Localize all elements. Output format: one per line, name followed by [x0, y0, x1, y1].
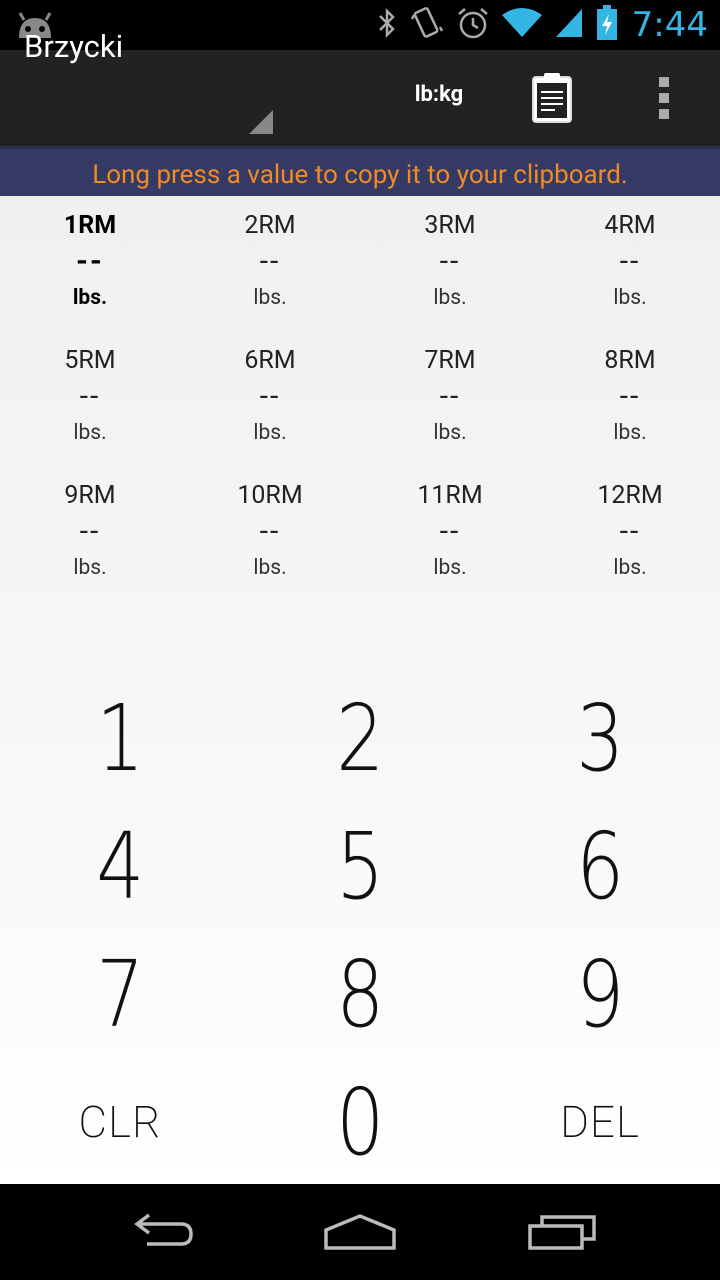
rm-unit: lbs.	[433, 421, 467, 445]
rm-value[interactable]: --	[540, 241, 720, 283]
key-clr-button[interactable]: CLR	[0, 1058, 240, 1186]
rm-value[interactable]: --	[360, 376, 540, 418]
rm-value[interactable]: --	[360, 511, 540, 553]
key-label: 9	[575, 940, 624, 1048]
rm-label: 8RM	[604, 346, 656, 375]
key-label: 2	[335, 684, 384, 792]
signal-icon	[554, 7, 584, 43]
key-label: DEL	[560, 1096, 640, 1148]
bluetooth-icon	[376, 7, 398, 43]
key-8-button[interactable]: 8	[240, 930, 480, 1058]
key-5-button[interactable]: 5	[240, 802, 480, 930]
rm-unit: lbs.	[253, 286, 287, 310]
calculator-content: 1RM -- lbs. 2RM -- lbs. 3RM -- lbs. 4RM -- lbs. 5RM -…	[0, 196, 720, 1184]
rm-cell-9rm[interactable]: 9RM -- lbs.	[0, 481, 180, 583]
key-0-button[interactable]: 0	[240, 1058, 480, 1186]
rm-unit: lbs.	[613, 556, 647, 580]
recent-apps-icon[interactable]	[502, 1204, 622, 1260]
rm-label: 6RM	[244, 346, 296, 375]
formula-spinner[interactable]: Brzycki	[24, 28, 123, 65]
rm-cell-10rm[interactable]: 10RM -- lbs.	[180, 481, 360, 583]
rm-label: 4RM	[604, 211, 656, 240]
battery-charging-icon	[596, 5, 618, 45]
key-label: 8	[335, 940, 384, 1048]
key-label: 5	[335, 812, 384, 920]
rm-cell-6rm[interactable]: 6RM -- lbs.	[180, 346, 360, 448]
clock: 7:44	[631, 5, 708, 45]
key-label: CLR	[78, 1096, 162, 1148]
spinner-arrow-icon[interactable]	[249, 110, 273, 138]
key-label: 4	[95, 812, 144, 920]
wifi-icon	[501, 7, 542, 43]
rm-unit: lbs.	[433, 556, 467, 580]
rm-value[interactable]: --	[0, 376, 180, 418]
vibrate-icon	[410, 5, 444, 45]
rm-label: 11RM	[417, 481, 483, 510]
key-label: 1	[95, 684, 144, 792]
key-7-button[interactable]: 7	[0, 930, 240, 1058]
rm-value[interactable]: --	[360, 241, 540, 283]
unit-toggle-button[interactable]: lb:kg	[398, 82, 480, 107]
rm-unit: lbs.	[613, 421, 647, 445]
key-9-button[interactable]: 9	[480, 930, 720, 1058]
rm-unit: lbs.	[253, 556, 287, 580]
rm-cell-5rm[interactable]: 5RM -- lbs.	[0, 346, 180, 448]
rm-value[interactable]: --	[540, 376, 720, 418]
rm-unit: lbs.	[73, 556, 107, 580]
key-del-button[interactable]: DEL	[480, 1058, 720, 1186]
key-4-button[interactable]: 4	[0, 802, 240, 930]
rm-unit: lbs.	[613, 286, 647, 310]
rm-cell-8rm[interactable]: 8RM -- lbs.	[540, 346, 720, 448]
rm-label: 1RM	[63, 211, 117, 240]
rm-cell-11rm[interactable]: 11RM -- lbs.	[360, 481, 540, 583]
rm-label: 3RM	[424, 211, 476, 240]
rm-label: 10RM	[237, 481, 303, 510]
rm-unit: lbs.	[253, 421, 287, 445]
key-1-button[interactable]: 1	[0, 674, 240, 802]
rm-label: 12RM	[597, 481, 663, 510]
rm-value[interactable]: --	[0, 511, 180, 553]
rm-unit: lbs.	[73, 421, 107, 445]
key-6-button[interactable]: 6	[480, 802, 720, 930]
key-label: 3	[575, 684, 624, 792]
rm-label: 7RM	[424, 346, 476, 375]
navigation-bar	[0, 1184, 720, 1280]
clipboard-icon[interactable]	[516, 66, 588, 130]
back-icon[interactable]	[100, 1204, 220, 1260]
overflow-menu-icon[interactable]	[640, 66, 688, 130]
rm-value[interactable]: --	[0, 241, 180, 283]
rm-cell-7rm[interactable]: 7RM -- lbs.	[360, 346, 540, 448]
rm-value[interactable]: --	[180, 511, 360, 553]
rm-cell-4rm[interactable]: 4RM -- lbs.	[540, 211, 720, 313]
alarm-icon	[456, 6, 490, 44]
rm-unit: lbs.	[433, 286, 467, 310]
home-icon[interactable]	[300, 1204, 420, 1260]
key-label: 0	[335, 1068, 384, 1176]
key-3-button[interactable]: 3	[480, 674, 720, 802]
rm-label: 5RM	[64, 346, 116, 375]
rm-cell-2rm[interactable]: 2RM -- lbs.	[180, 211, 360, 313]
rm-value[interactable]: --	[180, 241, 360, 283]
rm-cell-12rm[interactable]: 12RM -- lbs.	[540, 481, 720, 583]
key-label: 7	[95, 940, 144, 1048]
key-label: 6	[575, 812, 624, 920]
rm-label: 9RM	[64, 481, 116, 510]
key-2-button[interactable]: 2	[240, 674, 480, 802]
rm-value[interactable]: --	[540, 511, 720, 553]
rm-label: 2RM	[244, 211, 296, 240]
rm-unit: lbs.	[72, 286, 108, 310]
clipboard-hint-banner: Long press a value to copy it to your cl…	[0, 146, 720, 196]
rm-cell-1rm[interactable]: 1RM -- lbs.	[0, 211, 180, 313]
rm-value[interactable]: --	[180, 376, 360, 418]
rm-cell-3rm[interactable]: 3RM -- lbs.	[360, 211, 540, 313]
